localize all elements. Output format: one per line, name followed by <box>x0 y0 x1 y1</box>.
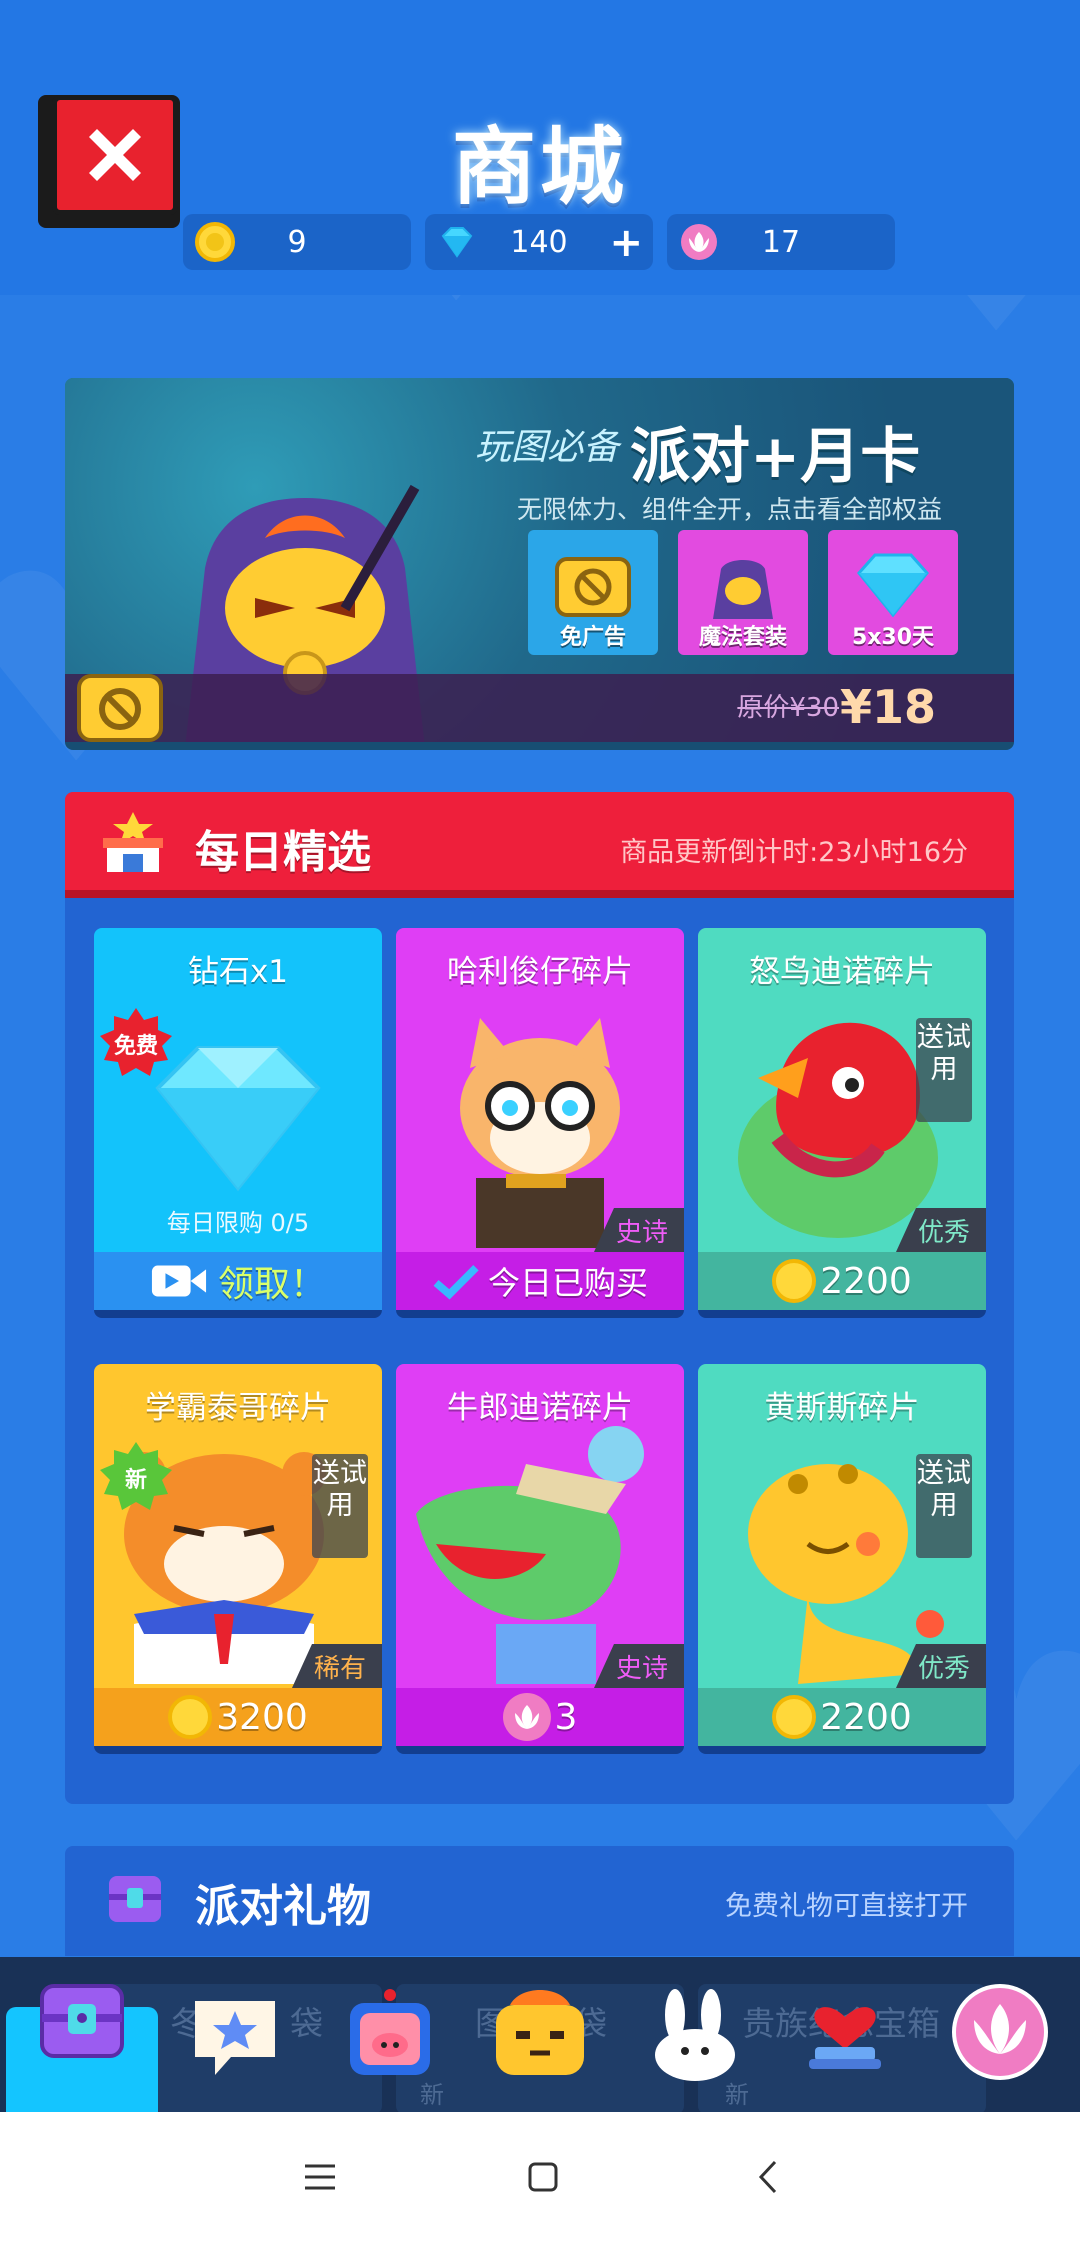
card-title: 怒鸟迪诺碎片 <box>749 954 935 990</box>
coin-icon <box>168 1695 213 1739</box>
daily-picks-title: 每日精选 <box>195 827 371 878</box>
shop-card-tiger-shard[interactable]: 学霸泰哥碎片 新 送试用 稀有 3200 <box>94 1364 382 1754</box>
banner-title: 派对+月卡 <box>630 422 921 492</box>
lotus-icon <box>502 1693 551 1741</box>
new-badge: 新 <box>100 1442 172 1514</box>
original-price: 原价¥30 <box>737 693 839 723</box>
purchased-status: 今日已购买 <box>396 1252 684 1310</box>
trial-badge: 送试用 <box>312 1454 368 1558</box>
perk-no-ads: 免广告 <box>528 530 658 655</box>
home-icon[interactable] <box>518 2152 568 2202</box>
magic-outfit-icon <box>713 560 773 619</box>
pig-monitor-icon[interactable] <box>340 1987 440 2087</box>
perk-diamonds: 5x30天 <box>828 530 958 655</box>
tv-icon <box>555 557 631 617</box>
party-gifts-title: 派对礼物 <box>195 1881 371 1932</box>
shop-stall-icon <box>103 812 163 872</box>
trial-badge: 送试用 <box>916 1454 972 1558</box>
add-diamond-button[interactable]: + <box>609 220 643 266</box>
daily-limit: 每日限购 0/5 <box>166 1209 310 1237</box>
party-monthly-card-banner[interactable]: 玩图必备 派对+月卡 无限体力、组件全开，点击看全部权益 免广告 魔法套装 5x… <box>65 378 1014 750</box>
shop-card-diamond[interactable]: 钻石x1 免费 每日限购 0/5 领取！ <box>94 928 382 1318</box>
card-title: 学霸泰哥碎片 <box>145 1390 331 1426</box>
card-title: 哈利俊仔碎片 <box>447 954 633 990</box>
refresh-countdown: 商品更新倒计时:23小时16分 <box>620 837 968 868</box>
card-title: 牛郎迪诺碎片 <box>447 1390 633 1426</box>
current-price: ¥18 <box>839 680 936 734</box>
daily-picks-header: 每日精选 商品更新倒计时:23小时16分 <box>65 792 1014 898</box>
bunny-icon[interactable] <box>645 1985 745 2085</box>
shop-card-harry-shard[interactable]: 哈利俊仔碎片 史诗 今日已购买 <box>396 928 684 1318</box>
price-button[interactable]: 3200 <box>94 1688 382 1746</box>
card-title: 黄斯斯碎片 <box>764 1390 920 1426</box>
back-icon[interactable] <box>745 2152 795 2202</box>
diamond-balance[interactable]: 140 + <box>425 214 653 270</box>
shop-card-huangsisi-shard[interactable]: 黄斯斯碎片 送试用 优秀 2200 <box>698 1364 986 1754</box>
heart-stamp-icon[interactable] <box>795 1977 895 2077</box>
claim-button[interactable]: 领取！ <box>94 1252 382 1310</box>
free-badge: 免费 <box>100 1008 172 1080</box>
coin-count: 9 <box>287 224 307 260</box>
video-icon <box>151 1265 207 1297</box>
chat-star-icon[interactable] <box>185 1987 285 2087</box>
price-button[interactable]: 2200 <box>698 1252 986 1310</box>
party-gifts-note: 免费礼物可直接打开 <box>725 1891 968 1922</box>
coin-icon <box>772 1695 817 1739</box>
shop-card-cowboy-dino-shard[interactable]: 牛郎迪诺碎片 史诗 3 <box>396 1364 684 1754</box>
shop-header: 商城 9 140 + 17 <box>0 0 1080 295</box>
perk-magic-outfit: 魔法套装 <box>678 530 808 655</box>
shop-card-angry-dino-shard[interactable]: 怒鸟迪诺碎片 送试用 优秀 2200 <box>698 928 986 1318</box>
check-icon <box>433 1265 479 1300</box>
card-title: 钻石x1 <box>187 954 289 990</box>
treasure-chest-icon <box>109 1876 161 1922</box>
chest-icon[interactable] <box>32 1972 132 2072</box>
coin-balance[interactable]: 9 <box>183 214 411 270</box>
banner-subtitle: 无限体力、组件全开，点击看全部权益 <box>517 495 943 524</box>
coin-icon <box>772 1259 817 1303</box>
price-button[interactable]: 2200 <box>698 1688 986 1746</box>
party-gifts-section: 派对礼物 免费礼物可直接打开 <box>65 1846 1014 1956</box>
daily-picks-section: 每日精选 商品更新倒计时:23小时16分 钻石x1 免费 每日限购 0/5 领取… <box>65 792 1014 1804</box>
diamond-icon <box>857 553 929 618</box>
lotus-icon[interactable] <box>950 1982 1050 2082</box>
menu-icon[interactable] <box>295 2152 345 2202</box>
page-title: 商城 <box>451 118 628 216</box>
system-navigation-bar <box>0 2112 1080 2244</box>
character-face-icon[interactable] <box>490 1985 590 2085</box>
lotus-balance[interactable]: 17 <box>667 214 895 270</box>
trial-badge: 送试用 <box>916 1018 972 1122</box>
tv-icon <box>77 674 163 742</box>
lotus-count: 17 <box>761 224 801 260</box>
bottom-navigation: 冬 袋 图 袋 贵族纪念宝箱 新 新 <box>0 1957 1080 2114</box>
banner-slogan: 玩图必备 <box>475 427 620 468</box>
price-button[interactable]: 3 <box>396 1688 684 1746</box>
